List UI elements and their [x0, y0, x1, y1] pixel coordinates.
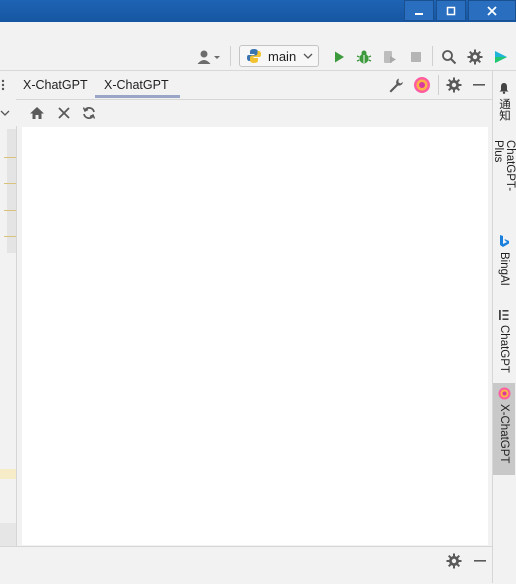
chevron-down-icon: [303, 53, 313, 59]
home-button[interactable]: [29, 105, 45, 124]
hide-button[interactable]: [472, 77, 486, 96]
close-button[interactable]: [56, 105, 72, 124]
tab-x-chatgpt[interactable]: X-ChatGPT: [23, 71, 88, 99]
stop-icon: [411, 52, 421, 62]
run-icon: [335, 51, 344, 63]
branch-selector[interactable]: main: [239, 45, 319, 67]
coverage-button[interactable]: [381, 48, 399, 66]
run-button[interactable]: [330, 48, 348, 66]
tool-tab-label: 通知: [498, 98, 510, 121]
gear-icon: [446, 553, 462, 569]
chatgpt-list-icon: [498, 309, 510, 321]
minus-icon: [474, 560, 486, 562]
window-controls: [402, 0, 516, 21]
minimize-icon: [415, 12, 423, 15]
x-chatgpt-logo-icon: [414, 77, 430, 93]
left-gutter: [0, 71, 17, 547]
home-icon: [30, 107, 44, 119]
debug-button[interactable]: [355, 48, 373, 66]
bug-icon: [356, 50, 372, 64]
minus-icon: [473, 84, 485, 86]
search-everywhere-button[interactable]: [440, 48, 458, 66]
close-window-button[interactable]: [468, 0, 516, 21]
tool-tab-notifications[interactable]: 通知: [493, 78, 515, 130]
tool-tab-x-chatgpt[interactable]: X-ChatGPT: [493, 383, 515, 475]
toolbar-divider: [432, 46, 433, 66]
tab-label: X-ChatGPT: [23, 78, 88, 92]
tool-tab-label: ChatGPT: [498, 325, 510, 373]
gutter-block: [0, 523, 16, 547]
refresh-button[interactable]: [81, 105, 97, 124]
refresh-icon: [82, 107, 96, 119]
maximize-icon: [446, 6, 456, 15]
change-marker: [4, 210, 16, 211]
bottom-options-button[interactable]: [446, 553, 462, 572]
more-vertical-icon: [1, 79, 5, 91]
tool-window-header: X-ChatGPT X-ChatGPT: [16, 71, 492, 100]
maximize-button[interactable]: [436, 0, 466, 21]
search-icon: [442, 50, 457, 65]
user-icon: [197, 50, 220, 64]
change-marker: [4, 183, 16, 184]
python-icon: [247, 49, 261, 63]
bell-icon: [498, 82, 510, 94]
tool-tab-chatgpt[interactable]: ChatGPT: [493, 305, 515, 377]
x-chatgpt-icon: [498, 387, 511, 400]
coverage-icon: [384, 51, 396, 63]
options-button[interactable]: [446, 77, 462, 96]
close-icon: [58, 107, 70, 119]
tool-tab-label: ChatGPT-Plus: [492, 140, 516, 192]
browser-content-area[interactable]: [22, 127, 488, 545]
wrench-button[interactable]: [388, 77, 404, 96]
tab-x-chatgpt-active[interactable]: X-ChatGPT: [95, 71, 180, 99]
wrench-icon: [389, 78, 403, 93]
x-chatgpt-logo-button[interactable]: [413, 76, 431, 97]
toolbar-divider: [230, 46, 231, 66]
close-icon: [487, 5, 497, 16]
tool-tab-label: BingAI: [498, 252, 510, 286]
account-button[interactable]: [196, 48, 222, 66]
change-marker: [4, 157, 16, 158]
settings-button[interactable]: [466, 48, 484, 66]
bottom-panel-header: [0, 546, 492, 584]
minimize-button[interactable]: [404, 0, 434, 21]
tab-label: X-ChatGPT: [104, 78, 169, 92]
browser-nav-bar: [16, 100, 492, 126]
stop-button[interactable]: [407, 48, 425, 66]
gear-icon: [446, 77, 462, 93]
tool-tab-label: X-ChatGPT: [498, 404, 510, 464]
ai-assistant-icon: [495, 51, 507, 63]
bottom-hide-button[interactable]: [473, 553, 487, 572]
change-marker: [4, 236, 16, 237]
branch-label: main: [268, 48, 297, 64]
chevron-down-icon: [0, 110, 10, 116]
header-divider: [438, 75, 439, 95]
gear-icon: [467, 49, 483, 65]
scrollbar-track[interactable]: [7, 129, 16, 253]
tool-tab-bingai[interactable]: BingAI: [493, 230, 515, 294]
bing-icon: [498, 234, 510, 248]
tool-tab-chatgpt-plus[interactable]: ChatGPT-Plus: [492, 136, 516, 216]
highlight-marker: [0, 469, 16, 479]
jetbrains-ai-button[interactable]: [492, 48, 510, 66]
